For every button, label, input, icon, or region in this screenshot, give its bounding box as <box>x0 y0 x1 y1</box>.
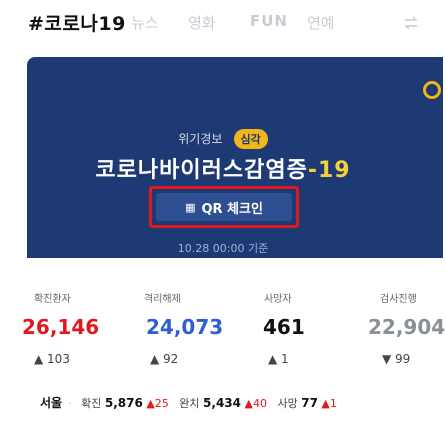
coin-icon[interactable] <box>423 81 441 99</box>
stat-delta-testing: ▼ 99 <box>382 352 411 366</box>
stat-value-deaths: 461 <box>263 315 305 339</box>
qr-checkin-label: QR 체크인 <box>201 201 263 217</box>
region-confirmed-value: 5,876 <box>104 396 143 410</box>
regional-summary[interactable]: 서울 · 확진 5,876 ▲25 완치 5,434 ▲40 사망 77 ▲1 <box>40 394 440 411</box>
region-death-label: 사망 <box>277 397 298 410</box>
stat-delta-deaths: ▲ 1 <box>268 352 289 366</box>
stat-value-confirmed: 26,146 <box>22 315 100 339</box>
tab-news[interactable]: 뉴스 <box>131 12 159 33</box>
qr-checkin-button[interactable]: ▦ QR 체크인 <box>156 193 292 221</box>
category-tabs: #코로나19 뉴스 영화 FUN 연예 <box>0 0 446 42</box>
tab-video[interactable]: 영화 <box>188 12 216 33</box>
stat-delta-released: ▲ 92 <box>150 352 179 366</box>
region-name: 서울 <box>40 396 63 410</box>
stat-delta-confirmed: ▲ 103 <box>34 352 70 366</box>
separator: · <box>68 397 72 410</box>
region-confirmed-label: 확진 <box>81 397 102 410</box>
title-suffix: -19 <box>307 158 351 183</box>
stat-label-testing: 검사진행 <box>380 294 417 305</box>
update-timestamp: 10.28 00:00 기준 <box>177 242 269 255</box>
page-title: 코로나바이러스감염증-19 <box>0 152 446 184</box>
region-confirmed-delta: ▲25 <box>146 397 169 410</box>
stat-value-released: 24,073 <box>146 315 224 339</box>
region-death-value: 77 <box>301 396 318 410</box>
tab-entertainment[interactable]: 연예 <box>307 12 335 33</box>
region-released-value: 5,434 <box>203 396 241 410</box>
refresh-icon[interactable] <box>402 14 420 32</box>
stat-label-released: 격리해제 <box>144 294 181 305</box>
region-death-delta: ▲1 <box>321 397 337 410</box>
region-released-label: 완치 <box>179 397 200 410</box>
alert-level-label: 위기경보 <box>178 132 223 146</box>
qr-icon: ▦ <box>185 200 196 214</box>
alert-level-row: 위기경보 심각 <box>0 128 446 149</box>
title-text: 코로나바이러스감염증 <box>95 158 308 183</box>
tab-covid19[interactable]: #코로나19 <box>28 9 126 36</box>
stat-label-deaths: 사망자 <box>264 294 292 305</box>
alert-level-badge: 심각 <box>233 128 268 149</box>
stat-label-confirmed: 확진환자 <box>34 294 71 305</box>
region-released-delta: ▲40 <box>244 397 267 410</box>
tab-fun[interactable]: FUN <box>250 12 288 30</box>
stat-value-testing: 22,904 <box>368 315 446 339</box>
